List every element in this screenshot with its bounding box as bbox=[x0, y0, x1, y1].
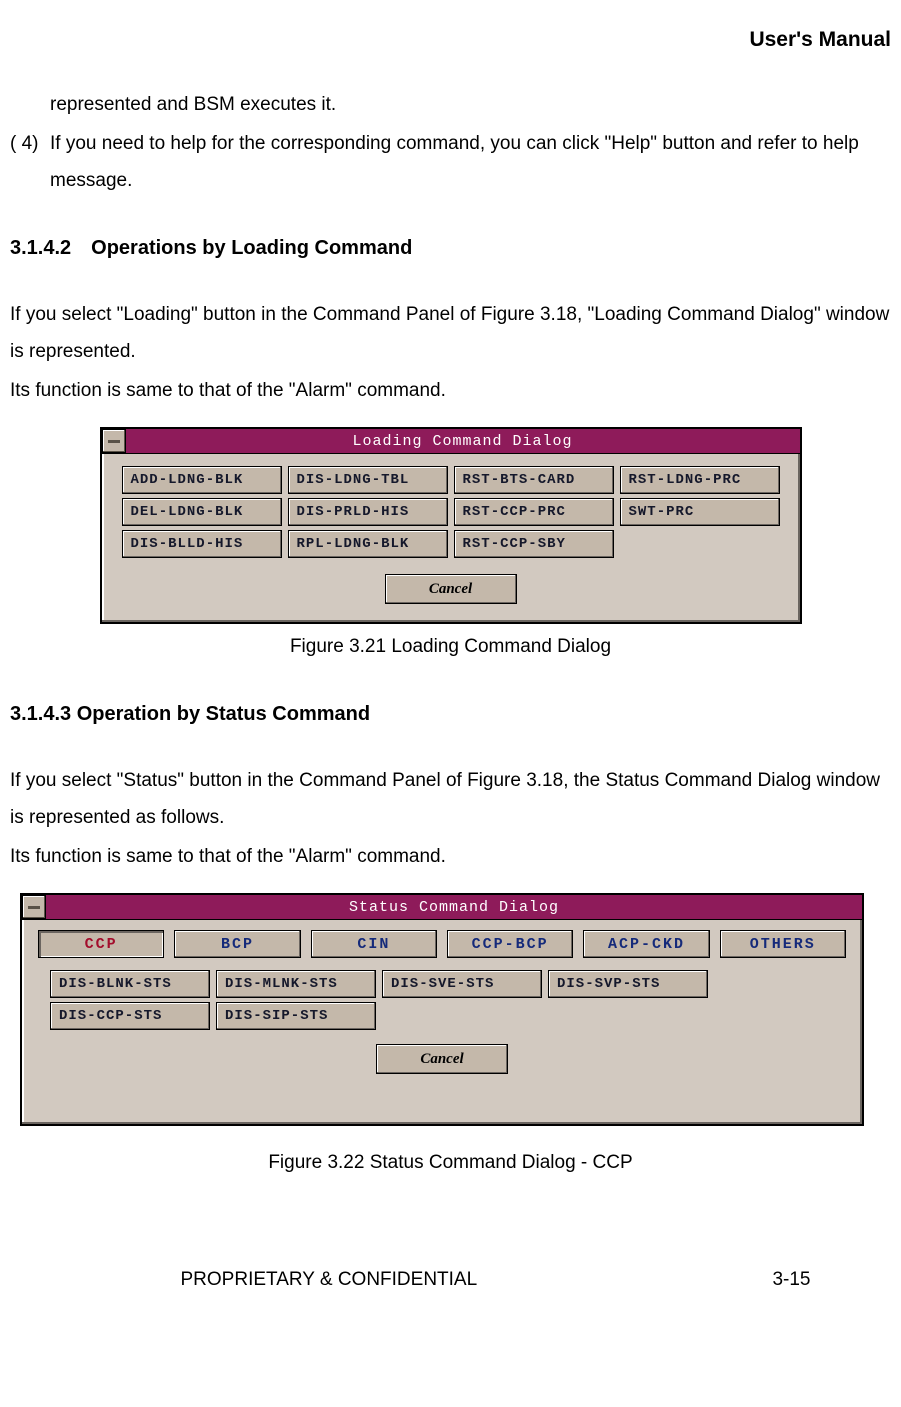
cmd-dis-svp-sts[interactable]: DIS-SVP-STS bbox=[548, 970, 708, 998]
cmd-rst-ccp-prc[interactable]: RST-CCP-PRC bbox=[454, 498, 614, 526]
tab-acp-ckd[interactable]: ACP-CKD bbox=[583, 930, 709, 958]
dialog-titlebar: Status Command Dialog bbox=[22, 895, 862, 920]
cmd-dis-blnk-sts[interactable]: DIS-BLNK-STS bbox=[50, 970, 210, 998]
status-command-dialog: Status Command Dialog CCP BCP CIN CCP-BC… bbox=[20, 893, 864, 1126]
cmd-add-ldng-blk[interactable]: ADD-LDNG-BLK bbox=[122, 466, 282, 494]
cmd-dis-sve-sts[interactable]: DIS-SVE-STS bbox=[382, 970, 542, 998]
tab-others[interactable]: OTHERS bbox=[720, 930, 846, 958]
cmd-dis-sip-sts[interactable]: DIS-SIP-STS bbox=[216, 1002, 376, 1030]
cmd-rst-ccp-sby[interactable]: RST-CCP-SBY bbox=[454, 530, 614, 558]
tabs-row: CCP BCP CIN CCP-BCP ACP-CKD OTHERS bbox=[22, 920, 862, 964]
body-line-continuation: represented and BSM executes it. bbox=[50, 86, 891, 123]
command-button-grid: ADD-LDNG-BLK DIS-LDNG-TBL RST-BTS-CARD R… bbox=[102, 454, 800, 568]
cancel-button[interactable]: Cancel bbox=[385, 574, 517, 604]
cmd-dis-ldng-tbl[interactable]: DIS-LDNG-TBL bbox=[288, 466, 448, 494]
footer-page-number: 3-15 bbox=[772, 1261, 810, 1298]
window-menu-icon[interactable] bbox=[22, 895, 46, 919]
cmd-rst-bts-card[interactable]: RST-BTS-CARD bbox=[454, 466, 614, 494]
section-heading-3-1-4-2: 3.1.4.2 Operations by Loading Command bbox=[10, 229, 891, 268]
loading-command-dialog: Loading Command Dialog ADD-LDNG-BLK DIS-… bbox=[100, 427, 802, 624]
cmd-del-ldng-blk[interactable]: DEL-LDNG-BLK bbox=[122, 498, 282, 526]
section2-para2: Its function is same to that of the "Ala… bbox=[10, 838, 891, 875]
status-button-grid: DIS-BLNK-STS DIS-MLNK-STS DIS-SVE-STS DI… bbox=[22, 964, 862, 1038]
dialog-titlebar: Loading Command Dialog bbox=[102, 429, 800, 454]
cmd-rpl-ldng-blk[interactable]: RPL-LDNG-BLK bbox=[288, 530, 448, 558]
cmd-rst-ldng-prc[interactable]: RST-LDNG-PRC bbox=[620, 466, 780, 494]
dialog-title: Status Command Dialog bbox=[46, 893, 862, 922]
list-item-text: If you need to help for the correspondin… bbox=[50, 125, 891, 199]
window-menu-icon[interactable] bbox=[102, 429, 126, 453]
page-header: User's Manual bbox=[10, 20, 891, 61]
page-footer: PROPRIETARY & CONFIDENTIAL 3-15 bbox=[91, 1261, 811, 1298]
tab-ccp-bcp[interactable]: CCP-BCP bbox=[447, 930, 573, 958]
cmd-dis-mlnk-sts[interactable]: DIS-MLNK-STS bbox=[216, 970, 376, 998]
dialog-title: Loading Command Dialog bbox=[126, 427, 800, 456]
footer-left: PROPRIETARY & CONFIDENTIAL bbox=[181, 1261, 478, 1298]
cmd-dis-ccp-sts[interactable]: DIS-CCP-STS bbox=[50, 1002, 210, 1030]
figure-caption-3-22: Figure 3.22 Status Command Dialog - CCP bbox=[10, 1144, 891, 1181]
cmd-dis-blld-his[interactable]: DIS-BLLD-HIS bbox=[122, 530, 282, 558]
cmd-dis-prld-his[interactable]: DIS-PRLD-HIS bbox=[288, 498, 448, 526]
tab-cin[interactable]: CIN bbox=[311, 930, 437, 958]
section2-para1: If you select "Status" button in the Com… bbox=[10, 762, 891, 836]
list-item-number: ( 4) bbox=[10, 125, 50, 199]
figure-caption-3-21: Figure 3.21 Loading Command Dialog bbox=[10, 628, 891, 665]
section1-para1: If you select "Loading" button in the Co… bbox=[10, 296, 891, 370]
section-heading-3-1-4-3: 3.1.4.3 Operation by Status Command bbox=[10, 695, 891, 734]
tab-bcp[interactable]: BCP bbox=[174, 930, 300, 958]
tab-ccp[interactable]: CCP bbox=[38, 930, 164, 958]
cmd-swt-prc[interactable]: SWT-PRC bbox=[620, 498, 780, 526]
section1-para2: Its function is same to that of the "Ala… bbox=[10, 372, 891, 409]
cancel-button[interactable]: Cancel bbox=[376, 1044, 508, 1074]
